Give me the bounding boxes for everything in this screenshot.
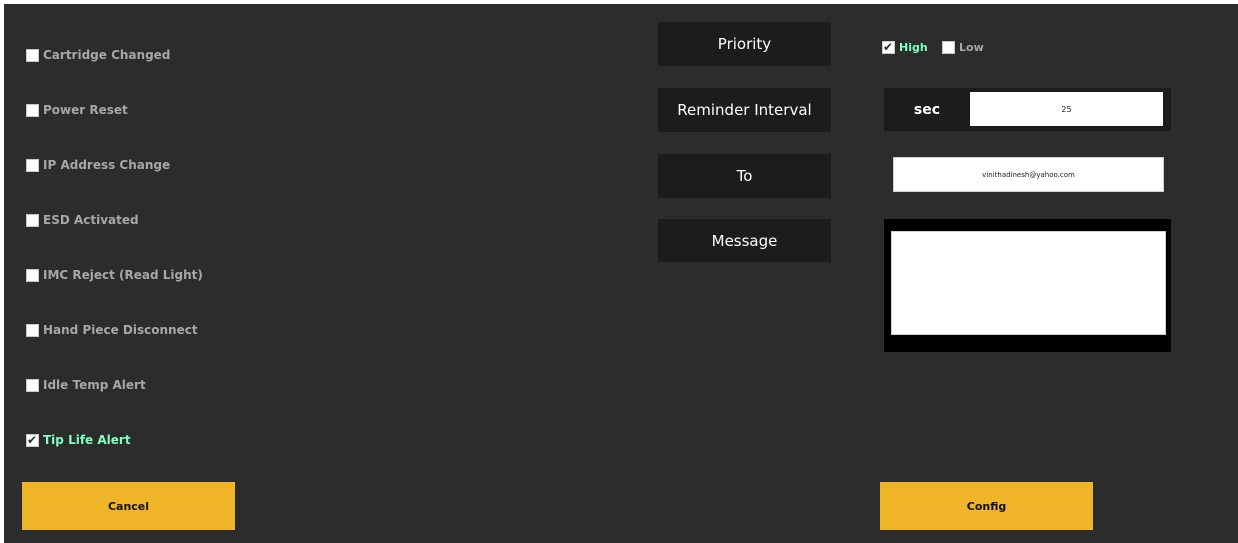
alert-tip-life[interactable]: Tip Life Alert	[26, 431, 131, 449]
priority-label: Priority	[658, 22, 831, 66]
alert-label: IP Address Change	[43, 158, 171, 172]
cancel-button[interactable]: Cancel	[22, 482, 235, 530]
checkbox[interactable]	[26, 323, 39, 337]
config-button[interactable]: Config	[880, 482, 1093, 530]
alert-label: Hand Piece Disconnect	[43, 323, 198, 337]
interval-field-group: sec	[884, 88, 1171, 131]
alert-cartridge-changed[interactable]: Cartridge Changed	[26, 46, 170, 64]
alert-label: ESD Activated	[43, 213, 139, 227]
checkbox-checked[interactable]	[882, 39, 895, 55]
alert-label: IMC Reject (Read Light)	[43, 268, 203, 282]
checkbox[interactable]	[26, 48, 39, 62]
alert-config-panel: Cartridge Changed Power Reset IP Address…	[4, 4, 1238, 543]
interval-unit-label: sec	[913, 101, 941, 118]
interval-input[interactable]	[970, 92, 1163, 126]
checkbox[interactable]	[26, 378, 39, 392]
message-label: Message	[658, 219, 831, 262]
message-frame	[884, 219, 1171, 352]
priority-low-option[interactable]: Low	[942, 40, 984, 54]
checkbox[interactable]	[26, 213, 39, 227]
alert-power-reset[interactable]: Power Reset	[26, 101, 128, 119]
checkbox[interactable]	[26, 103, 39, 117]
alert-label: Power Reset	[43, 103, 128, 117]
checkbox[interactable]	[26, 158, 39, 172]
reminder-interval-label: Reminder Interval	[658, 88, 831, 132]
alert-esd-activated[interactable]: ESD Activated	[26, 211, 139, 229]
priority-high-option[interactable]: High	[882, 39, 928, 55]
priority-low-label: Low	[959, 40, 984, 54]
message-textarea[interactable]	[891, 231, 1166, 335]
alert-label: Cartridge Changed	[43, 48, 171, 62]
to-label: To	[658, 154, 831, 198]
alert-ip-address-change[interactable]: IP Address Change	[26, 156, 170, 174]
alert-imc-reject[interactable]: IMC Reject (Read Light)	[26, 266, 203, 284]
alert-label: Idle Temp Alert	[43, 378, 146, 392]
checkbox[interactable]	[942, 40, 955, 54]
checkbox-checked[interactable]	[26, 432, 39, 448]
alert-idle-temp[interactable]: Idle Temp Alert	[26, 376, 146, 394]
alert-hand-piece-disconnect[interactable]: Hand Piece Disconnect	[26, 321, 198, 339]
alert-label: Tip Life Alert	[43, 433, 131, 447]
priority-high-label: High	[899, 40, 928, 54]
to-email-input[interactable]	[893, 157, 1164, 192]
checkbox[interactable]	[26, 268, 39, 282]
